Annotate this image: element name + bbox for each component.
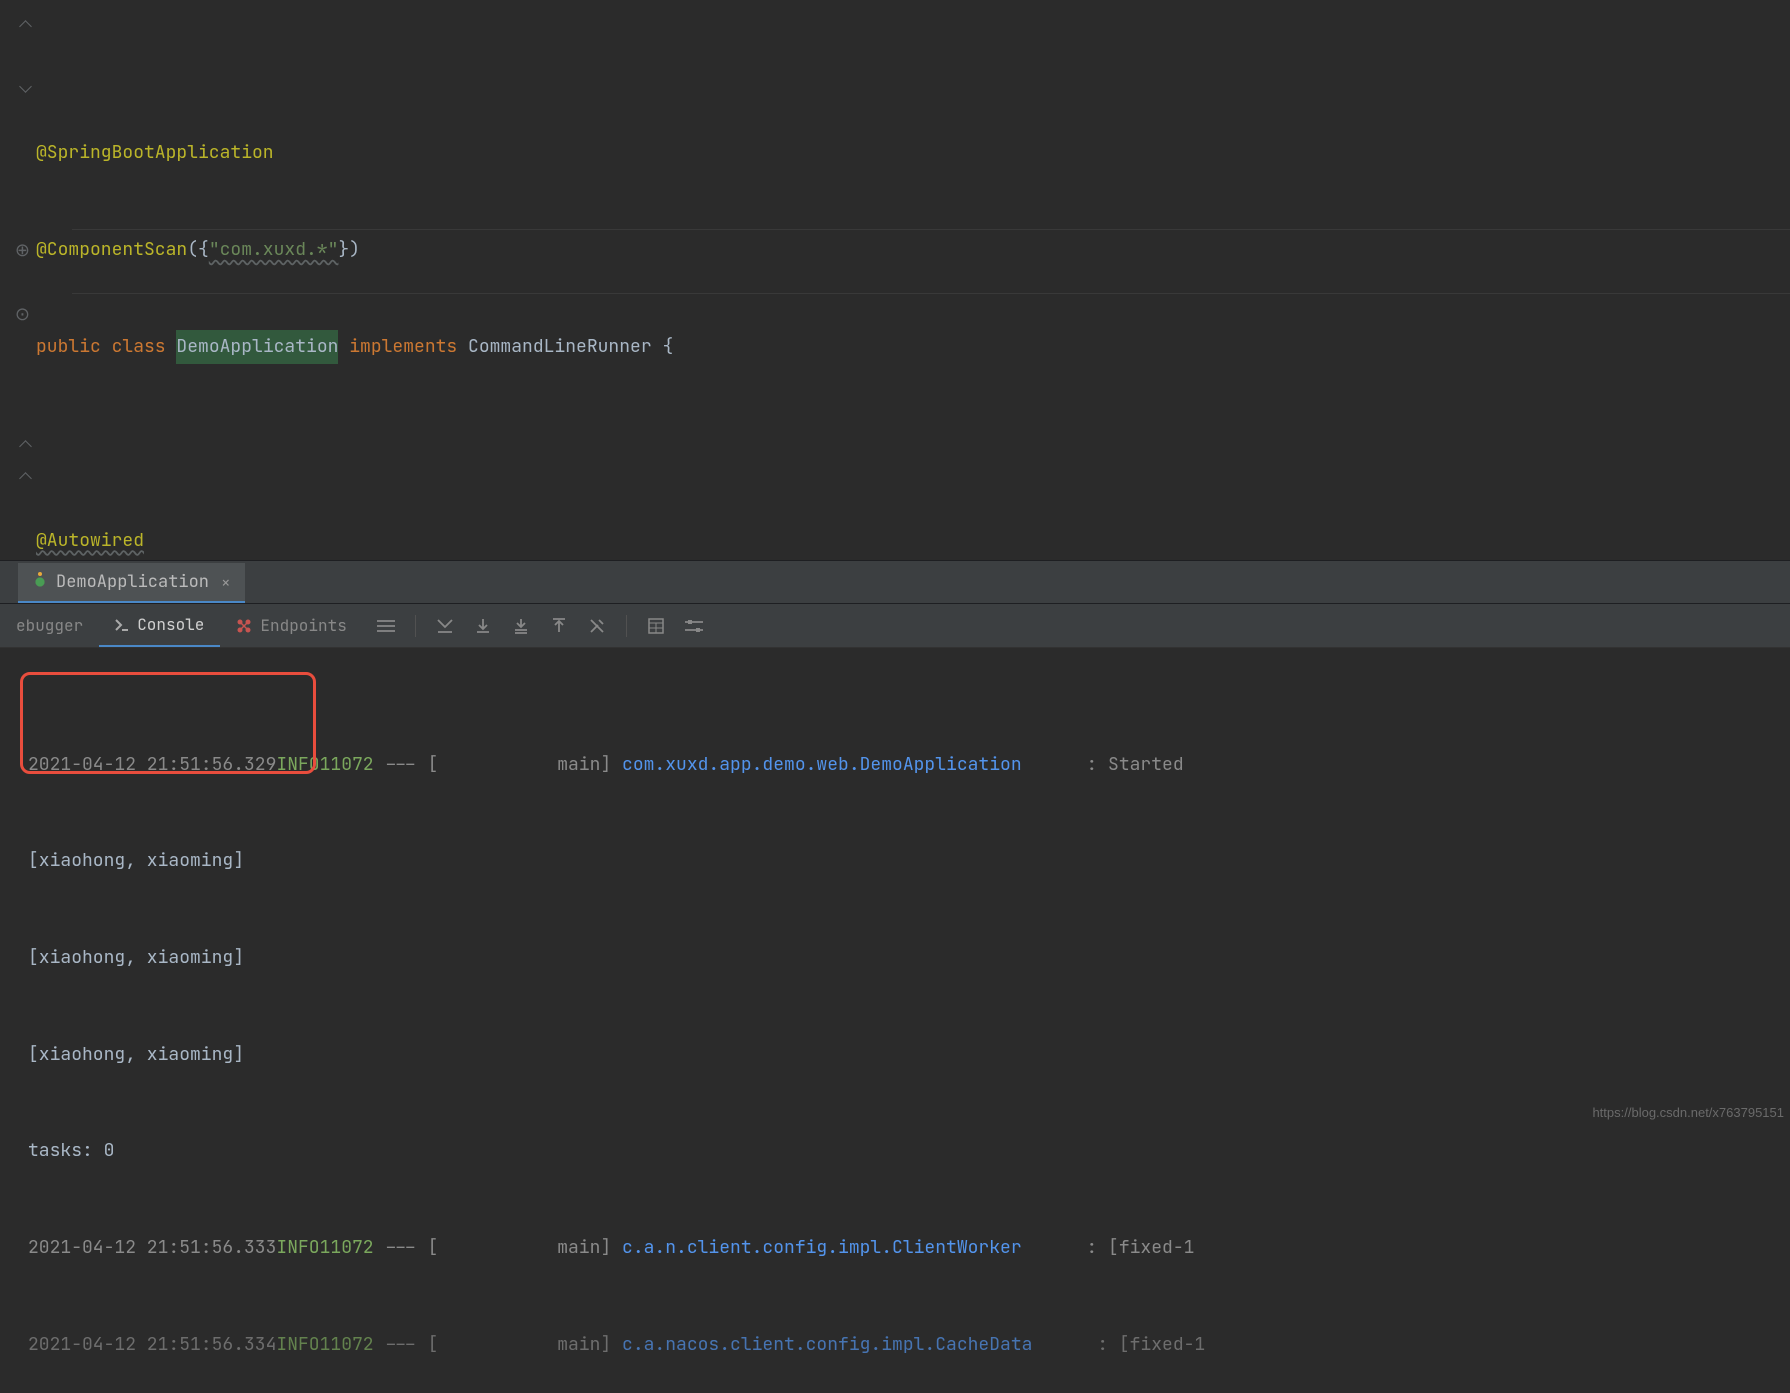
spring-boot-icon (32, 574, 48, 590)
annotation: @ComponentScan (36, 234, 187, 266)
watermark-text: https://blog.csdn.net/x763795151 (1592, 1105, 1784, 1120)
tab-debugger[interactable]: ebugger (0, 605, 99, 646)
tab-endpoints[interactable]: Endpoints (220, 605, 362, 646)
editor-gutter: ⊕ ⊙ (0, 0, 36, 560)
annotation-autowired: @Autowired (36, 525, 144, 557)
fold-marker-icon[interactable] (20, 19, 30, 29)
upload-icon[interactable] (550, 617, 568, 635)
stdout-line: [xiaohong, xiaoming] (28, 942, 244, 974)
debug-toolbar: ebugger Console Endpoints (0, 604, 1790, 648)
stdout-line: tasks: 0 (28, 1135, 114, 1167)
fold-marker-icon[interactable] (20, 439, 30, 449)
class-name-highlighted: DemoApplication (176, 330, 338, 364)
soft-wrap-icon[interactable] (377, 617, 395, 635)
annotation: @SpringBootApplication (36, 137, 274, 169)
endpoints-icon (236, 618, 252, 634)
scroll-to-end-icon[interactable] (436, 617, 454, 635)
close-icon[interactable]: × (221, 572, 231, 593)
tab-console[interactable]: Console (99, 604, 220, 647)
fold-marker-icon[interactable] (20, 84, 30, 94)
run-tab-bar: DemoApplication × (0, 560, 1790, 604)
stdout-line: [xiaohong, xiaoming] (28, 1039, 244, 1071)
code-content[interactable]: @SpringBootApplication @ComponentScan({"… (36, 0, 1790, 560)
run-config-tab[interactable]: DemoApplication × (18, 563, 245, 603)
console-icon (115, 618, 129, 632)
stdout-line: [xiaohong, xiaoming] (28, 845, 244, 877)
console-output[interactable]: 2021-04-12 21:51:56.329 INFO 11072 --- [… (0, 648, 1790, 1393)
clear-icon[interactable] (588, 617, 606, 635)
run-config-title: DemoApplication (56, 571, 209, 593)
settings-icon[interactable] (685, 617, 703, 635)
fold-marker-icon[interactable] (20, 471, 30, 481)
download-icon[interactable] (474, 617, 492, 635)
code-editor[interactable]: ⊕ ⊙ @SpringBootApplication @ComponentSca… (0, 0, 1790, 560)
calculator-icon[interactable] (647, 617, 665, 635)
download-all-icon[interactable] (512, 617, 530, 635)
